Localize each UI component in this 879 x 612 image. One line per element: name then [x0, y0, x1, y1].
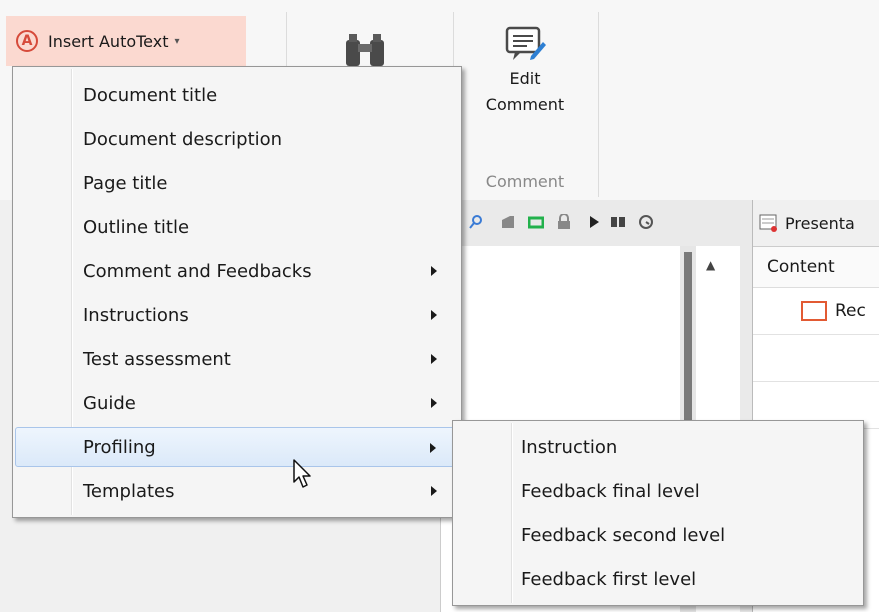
insert-autotext-label: Insert AutoText [48, 31, 169, 51]
menu-item-label: Instructions [83, 304, 189, 326]
menu-item-label: Document description [83, 128, 283, 150]
menu-item-guide[interactable]: Guide [15, 383, 459, 423]
menu-item-label: Feedback final level [521, 480, 700, 502]
row-label: Rec [835, 301, 866, 321]
editor-toolbar [440, 200, 740, 247]
submenu-arrow-icon [430, 443, 436, 453]
submenu-item-instruction[interactable]: Instruction [455, 427, 861, 467]
slide-icon [801, 301, 827, 321]
submenu-item-feedback-final-level[interactable]: Feedback final level [455, 471, 861, 511]
a-circle-icon: A [16, 30, 38, 52]
play-icon[interactable] [586, 214, 602, 230]
presentation-panel-header: Presenta [753, 200, 879, 247]
menu-item-label: Instruction [521, 436, 618, 458]
book-icon[interactable] [610, 214, 626, 230]
edit-comment-label-line1: Edit [509, 69, 541, 88]
edit-comment-icon [505, 26, 546, 60]
ribbon-separator [598, 12, 599, 197]
menu-item-comment-and-feedbacks[interactable]: Comment and Feedbacks [15, 251, 459, 291]
menu-item-label: Profiling [83, 436, 156, 458]
menu-item-page-title[interactable]: Page title [15, 163, 459, 203]
search-icon[interactable] [468, 214, 484, 230]
table-row[interactable] [753, 335, 879, 382]
presentation-icon [759, 214, 777, 232]
column-header[interactable]: Content [753, 247, 879, 288]
edit-comment-button[interactable]: Edit Comment [470, 22, 580, 118]
binoculars-icon[interactable] [340, 30, 390, 70]
menu-item-instructions[interactable]: Instructions [15, 295, 459, 335]
menu-item-outline-title[interactable]: Outline title [15, 207, 459, 247]
profiling-submenu: Instruction Feedback final level Feedbac… [452, 420, 864, 606]
menu-item-label: Test assessment [83, 348, 231, 370]
menu-item-label: Comment and Feedbacks [83, 260, 312, 282]
menu-item-profiling[interactable]: Profiling [15, 427, 459, 467]
menu-item-label: Page title [83, 172, 168, 194]
ribbon-group-label: Comment [485, 172, 565, 191]
submenu-arrow-icon [431, 266, 437, 276]
menu-item-label: Feedback second level [521, 524, 726, 546]
insert-autotext-menu: Document title Document description Page… [12, 66, 462, 518]
menu-item-document-description[interactable]: Document description [15, 119, 459, 159]
menu-item-label: Guide [83, 392, 136, 414]
rectangle-icon[interactable] [528, 214, 544, 230]
presentation-panel-title: Presenta [785, 213, 855, 233]
table-row[interactable]: Rec [753, 288, 879, 335]
submenu-item-feedback-second-level[interactable]: Feedback second level [455, 515, 861, 555]
lock-icon[interactable] [556, 214, 572, 230]
submenu-item-feedback-first-level[interactable]: Feedback first level [455, 559, 861, 599]
insert-autotext-button[interactable]: A Insert AutoText ▾ [6, 16, 246, 66]
menu-item-templates[interactable]: Templates [15, 471, 459, 511]
menu-item-document-title[interactable]: Document title [15, 75, 459, 115]
edit-comment-label-line2: Comment [485, 95, 565, 114]
menu-item-label: Document title [83, 84, 218, 106]
scroll-up-icon[interactable]: ▲ [706, 258, 715, 272]
submenu-arrow-icon [431, 354, 437, 364]
menu-item-label: Outline title [83, 216, 190, 238]
menu-item-label: Templates [83, 480, 175, 502]
submenu-arrow-icon [431, 486, 437, 496]
clock-icon[interactable] [638, 214, 654, 230]
mouse-pointer-icon [293, 459, 311, 488]
menu-item-label: Feedback first level [521, 568, 697, 590]
chevron-down-icon: ▾ [174, 35, 180, 47]
submenu-arrow-icon [431, 398, 437, 408]
menu-item-test-assessment[interactable]: Test assessment [15, 339, 459, 379]
shape-icon[interactable] [500, 214, 516, 230]
submenu-arrow-icon [431, 310, 437, 320]
